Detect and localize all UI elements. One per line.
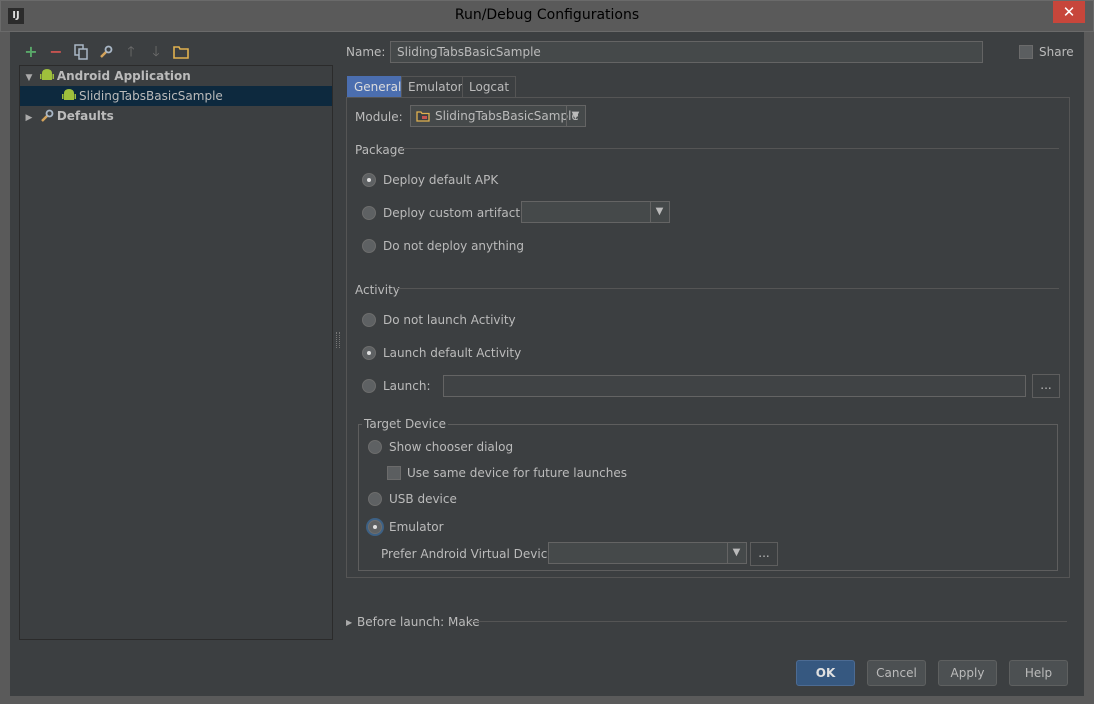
- deploy-default-radio[interactable]: [362, 173, 376, 187]
- apply-button[interactable]: Apply: [938, 660, 997, 686]
- avd-select[interactable]: [548, 542, 747, 564]
- launch-default-label: Launch default Activity: [383, 346, 522, 360]
- tree-group-label: Android Application: [56, 69, 191, 83]
- activity-separator: [396, 288, 1059, 289]
- window-border-right: [1084, 32, 1094, 704]
- tab-general[interactable]: General: [347, 76, 409, 98]
- usb-device-radio[interactable]: [368, 492, 382, 506]
- launch-default-radio[interactable]: [362, 346, 376, 360]
- no-launch-radio[interactable]: [362, 313, 376, 327]
- arrow-down-icon[interactable]: 🡓: [148, 44, 164, 60]
- no-deploy-label: Do not deploy anything: [383, 239, 524, 253]
- chevron-down-icon[interactable]: ▼: [650, 202, 668, 222]
- emulator-radio[interactable]: [368, 520, 382, 534]
- show-chooser-label: Show chooser dialog: [389, 440, 514, 454]
- same-device-label: Use same device for future launches: [407, 466, 628, 480]
- collapse-arrow-icon[interactable]: ▶: [22, 108, 36, 128]
- minus-icon[interactable]: −: [48, 44, 64, 60]
- chevron-down-icon[interactable]: ▼: [727, 543, 745, 563]
- configuration-tree[interactable]: ▼ Android Application SlidingTabsBasicSa…: [19, 65, 333, 640]
- plus-icon[interactable]: +: [23, 44, 39, 60]
- name-label: Name:: [346, 45, 386, 59]
- window-border-bottom: [0, 696, 1094, 704]
- before-launch-expand-icon[interactable]: ▶: [346, 618, 352, 627]
- help-button[interactable]: Help: [1009, 660, 1068, 686]
- deploy-custom-label: Deploy custom artifact:: [383, 206, 525, 220]
- prefer-avd-label: Prefer Android Virtual Device:: [381, 547, 559, 561]
- launch-label: Launch:: [383, 379, 431, 393]
- no-deploy-radio[interactable]: [362, 239, 376, 253]
- same-device-checkbox[interactable]: [387, 466, 401, 480]
- window-title: Run/Debug Configurations: [454, 7, 640, 23]
- name-field[interactable]: SlidingTabsBasicSample: [390, 41, 983, 63]
- activity-title: Activity: [355, 283, 400, 297]
- tree-item-sliding-tabs[interactable]: SlidingTabsBasicSample: [20, 86, 332, 106]
- artifact-select[interactable]: [521, 201, 670, 223]
- cancel-button[interactable]: Cancel: [867, 660, 926, 686]
- launch-activity-field[interactable]: [443, 375, 1026, 397]
- target-device-title: Target Device: [362, 417, 448, 431]
- tab-emulator[interactable]: Emulator: [401, 76, 470, 98]
- android-icon: [39, 69, 54, 80]
- tree-item-android-application[interactable]: ▼ Android Application: [20, 66, 332, 86]
- launch-radio[interactable]: [362, 379, 376, 393]
- module-value: SlidingTabsBasicSample: [435, 109, 579, 123]
- wrench-icon[interactable]: [98, 44, 114, 60]
- chevron-down-icon[interactable]: ▼: [566, 106, 584, 126]
- copy-icon[interactable]: [73, 44, 89, 60]
- share-checkbox[interactable]: [1019, 45, 1033, 59]
- emulator-label: Emulator: [389, 520, 444, 534]
- wrench-icon: [40, 109, 54, 122]
- android-icon: [62, 89, 76, 100]
- window-border-left: [0, 32, 10, 704]
- tree-item-label: SlidingTabsBasicSample: [79, 89, 223, 103]
- splitter-handle[interactable]: [336, 332, 340, 348]
- module-label: Module:: [355, 110, 403, 124]
- deploy-default-label: Deploy default APK: [383, 173, 499, 187]
- folder-icon[interactable]: [173, 44, 189, 60]
- launch-browse-button[interactable]: ...: [1032, 374, 1060, 398]
- before-launch-separator: [470, 621, 1067, 622]
- tree-defaults-label: Defaults: [56, 109, 114, 123]
- module-select[interactable]: SlidingTabsBasicSample: [410, 105, 586, 127]
- package-separator: [401, 148, 1059, 149]
- tree-item-defaults[interactable]: ▶ Defaults: [20, 106, 332, 126]
- arrow-up-icon[interactable]: 🡑: [123, 44, 139, 60]
- deploy-custom-radio[interactable]: [362, 206, 376, 220]
- no-launch-label: Do not launch Activity: [383, 313, 516, 327]
- ok-button[interactable]: OK: [796, 660, 855, 686]
- package-title: Package: [355, 143, 405, 157]
- usb-device-label: USB device: [389, 492, 457, 506]
- avd-browse-button[interactable]: ...: [750, 542, 778, 566]
- module-folder-icon: [416, 110, 430, 122]
- show-chooser-radio[interactable]: [368, 440, 382, 454]
- share-label: Share: [1039, 45, 1074, 59]
- before-launch-label[interactable]: Before launch: Make: [357, 615, 480, 629]
- close-button[interactable]: ✕: [1053, 1, 1085, 23]
- expand-arrow-icon[interactable]: ▼: [22, 68, 36, 88]
- tab-logcat[interactable]: Logcat: [462, 76, 517, 98]
